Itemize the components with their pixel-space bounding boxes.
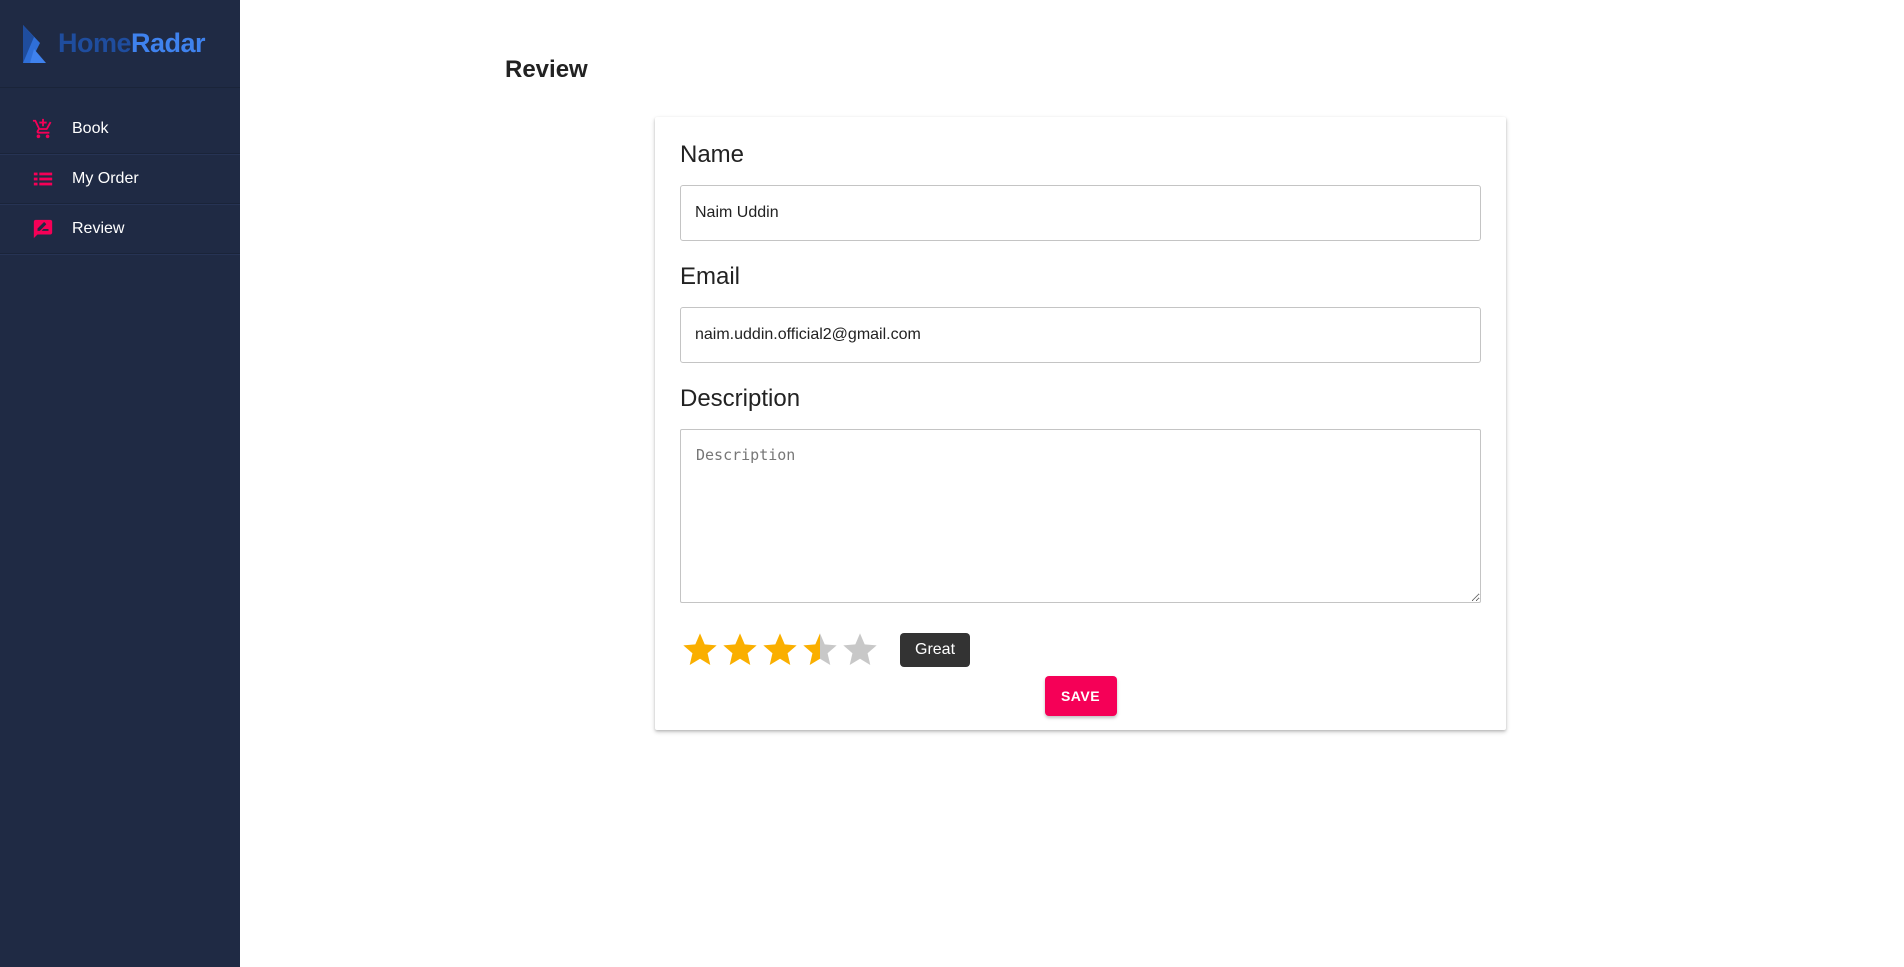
star-icon[interactable] <box>720 630 760 670</box>
rating-row: Great <box>680 630 1481 670</box>
sidebar-item-my-order[interactable]: My Order <box>0 154 240 204</box>
star-icon[interactable] <box>800 630 840 670</box>
sidebar: HomeRadar Book My Order Review <box>0 0 240 967</box>
email-label: Email <box>680 263 741 290</box>
sidebar-item-book[interactable]: Book <box>0 104 240 154</box>
sidebar-item-review[interactable]: Review <box>0 204 240 254</box>
logo-text-home: Home <box>58 28 132 58</box>
description-label: Description <box>680 385 801 412</box>
star-rating[interactable] <box>680 630 880 670</box>
name-field[interactable] <box>680 185 1481 241</box>
rate-review-icon <box>32 218 54 240</box>
sidebar-item-label: Book <box>72 119 109 137</box>
save-button[interactable]: SAVE <box>1044 676 1117 716</box>
logo[interactable]: HomeRadar <box>0 0 240 88</box>
name-label: Name <box>680 141 745 168</box>
star-icon[interactable] <box>840 630 880 670</box>
logo-text: HomeRadar <box>58 28 206 59</box>
review-form-card: Name Email Description Great SAVE <box>655 117 1506 730</box>
save-row: SAVE <box>680 676 1481 716</box>
page-title: Review <box>505 56 588 83</box>
star-icon[interactable] <box>760 630 800 670</box>
email-field[interactable] <box>680 307 1481 363</box>
rating-tooltip: Great <box>900 633 971 667</box>
star-icon[interactable] <box>680 630 720 670</box>
list-icon <box>32 168 54 190</box>
description-textarea[interactable] <box>680 429 1481 603</box>
logo-text-radar: Radar <box>131 28 206 58</box>
logo-icon <box>23 24 46 63</box>
sidebar-item-label: Review <box>72 219 125 237</box>
sidebar-item-label: My Order <box>72 169 139 187</box>
cart-plus-icon <box>32 118 54 140</box>
